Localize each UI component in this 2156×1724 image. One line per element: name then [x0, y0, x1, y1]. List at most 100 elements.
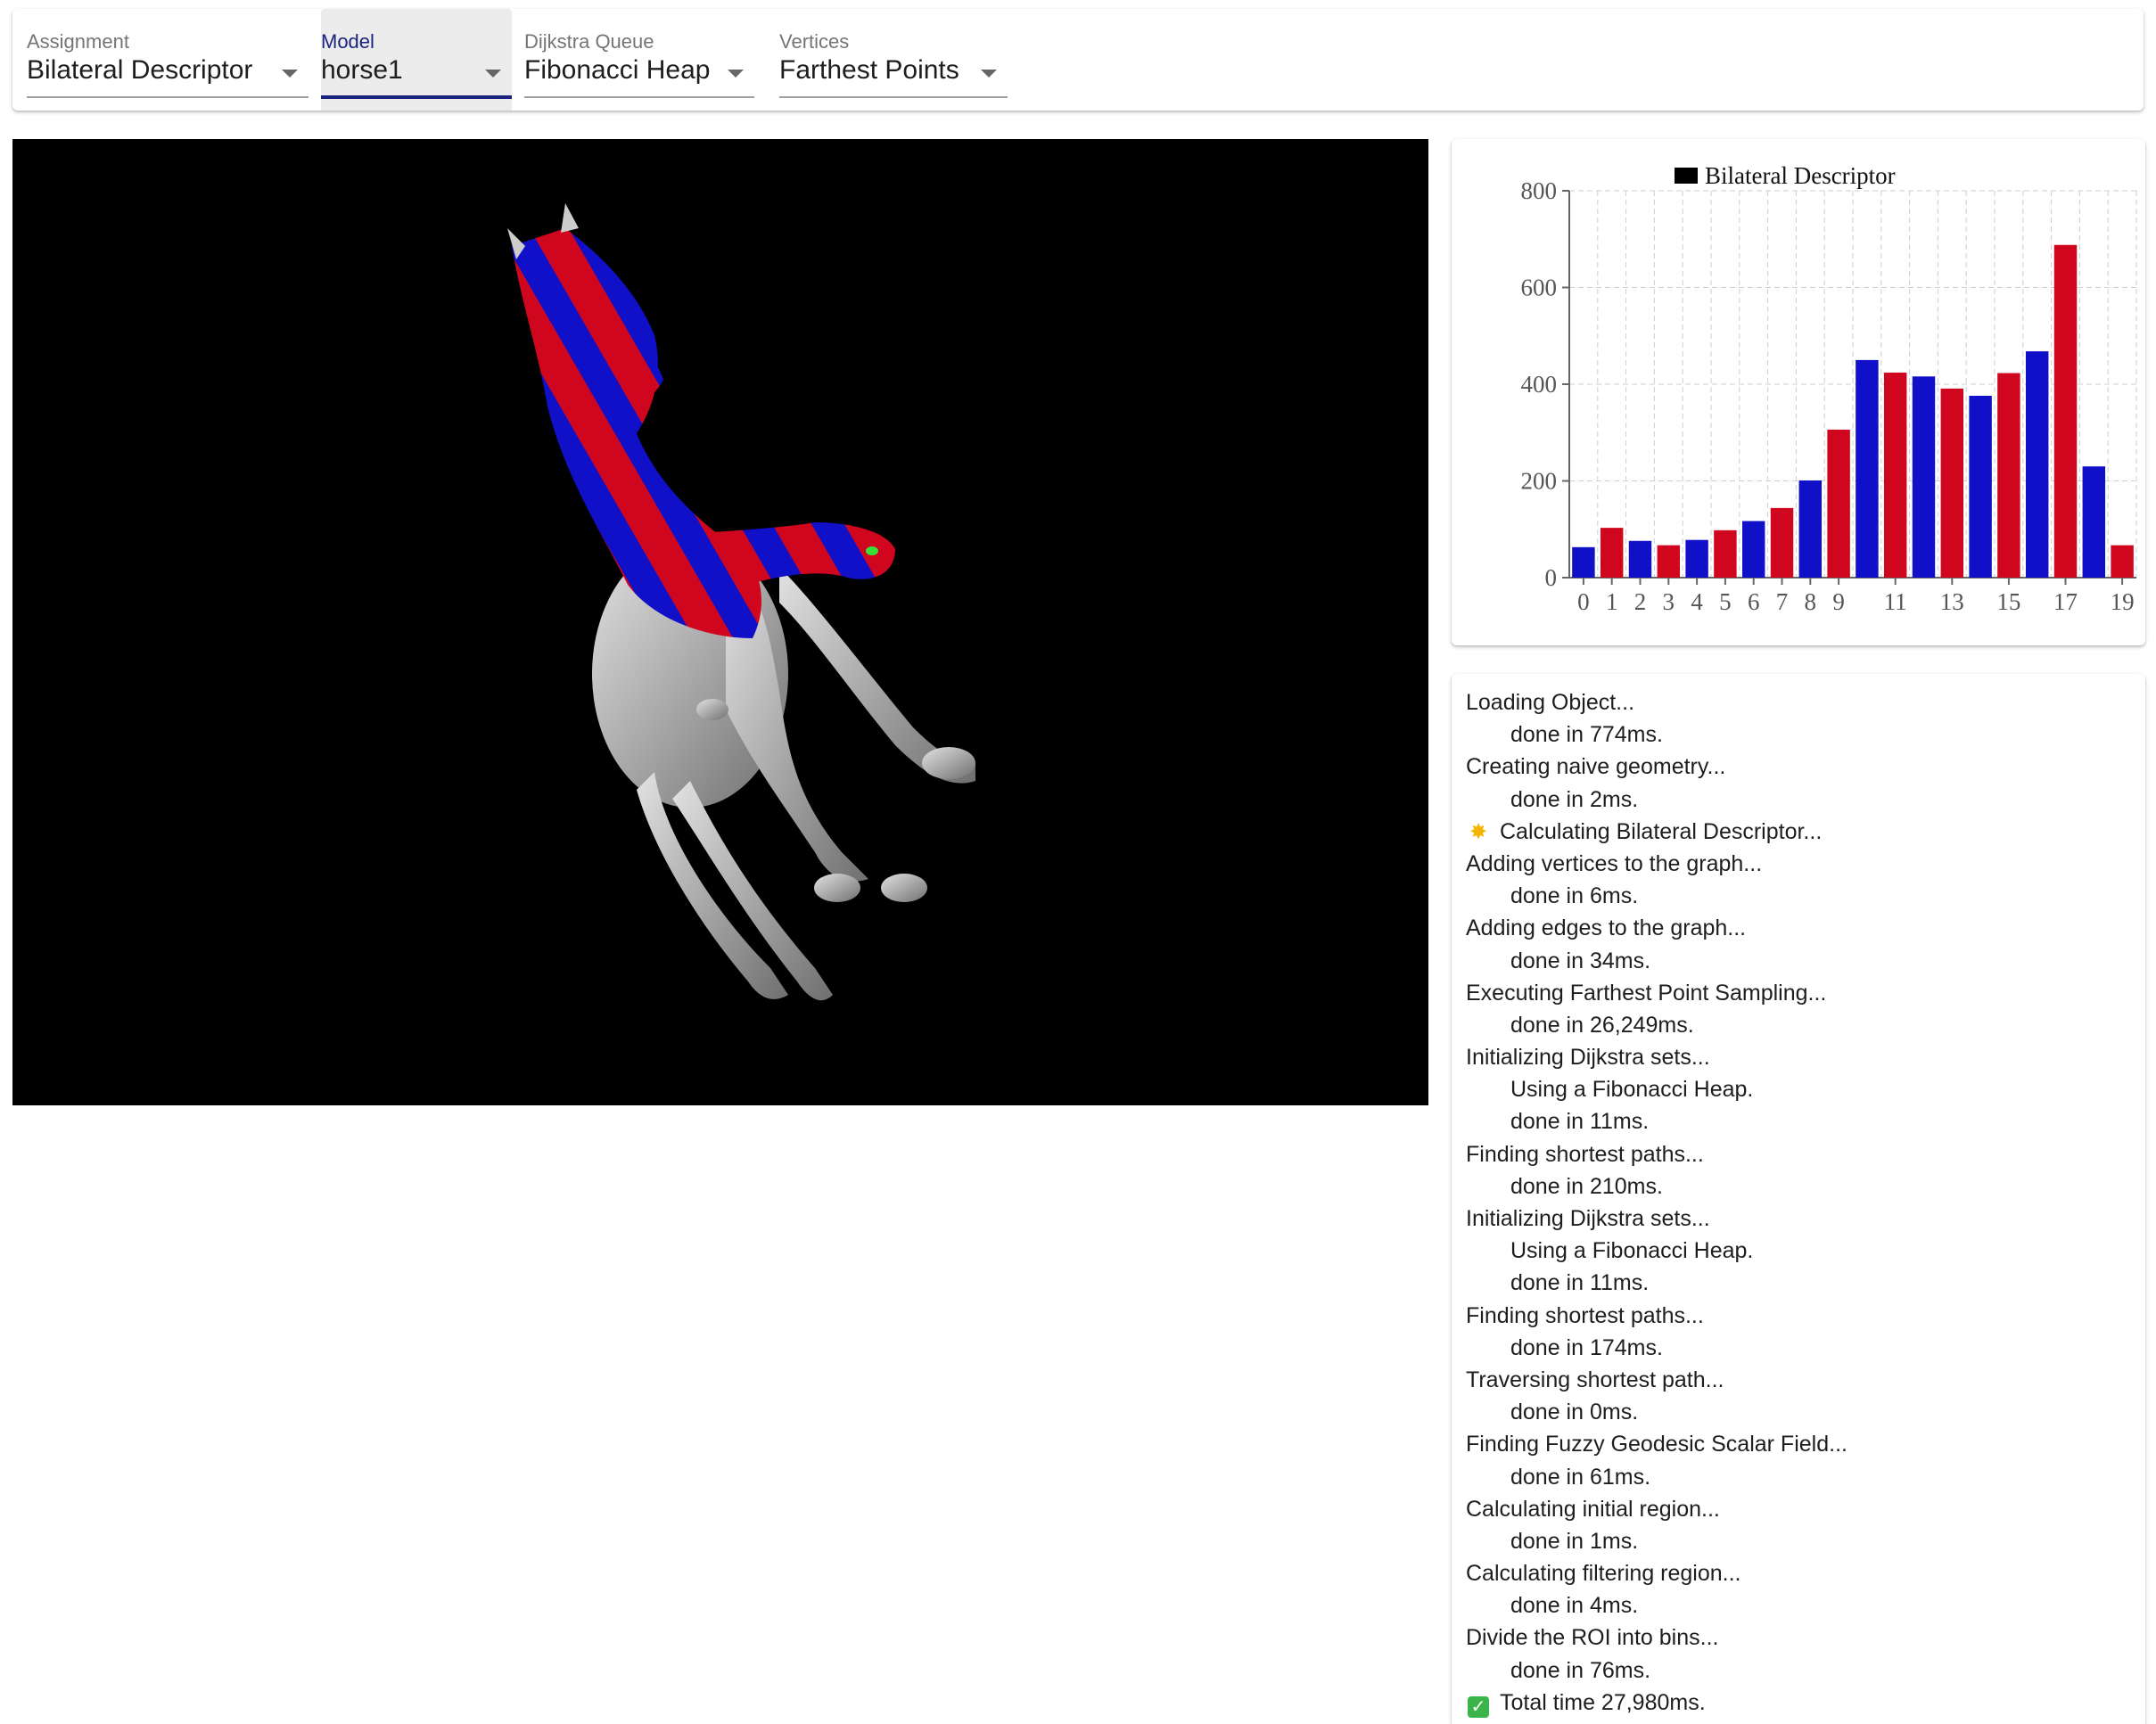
- bar: [1798, 480, 1823, 578]
- bar: [1741, 521, 1765, 578]
- vertices-underline: [779, 96, 1008, 98]
- log-line-text: done in 2ms.: [1510, 786, 1639, 812]
- x-tick-label: 19: [2111, 588, 2135, 615]
- log-line-text: done in 0ms.: [1510, 1400, 1639, 1425]
- log-line: Adding edges to the graph...: [1466, 912, 2136, 944]
- model-underline: [321, 95, 512, 99]
- log-line: Using a Fibonacci Heap.: [1466, 1235, 2136, 1267]
- log-line-text: Initializing Dijkstra sets...: [1466, 1045, 1710, 1071]
- log-line-text: done in 4ms.: [1510, 1593, 1639, 1619]
- log-line-text: Using a Fibonacci Heap.: [1510, 1238, 1754, 1264]
- log-line-text: Calculating Bilateral Descriptor...: [1500, 818, 1823, 844]
- bar: [1940, 388, 1964, 578]
- x-tick-label: 13: [1940, 588, 1964, 615]
- bar: [1572, 546, 1595, 578]
- log-line: Calculating filtering region...: [1466, 1557, 2136, 1589]
- log-line-text: Using a Fibonacci Heap.: [1510, 1077, 1754, 1103]
- log-line-text: Divide the ROI into bins...: [1466, 1625, 1719, 1651]
- bar: [1685, 539, 1708, 578]
- legend-swatch: [1675, 168, 1698, 184]
- vertices-select[interactable]: Vertices Farthest Points: [779, 9, 1008, 111]
- model-label: Model: [321, 30, 374, 53]
- log-line-text: Executing Farthest Point Sampling...: [1466, 980, 1827, 1006]
- log-line-text: Adding edges to the graph...: [1466, 915, 1747, 941]
- log-line-text: Creating naive geometry...: [1466, 754, 1726, 780]
- x-tick-label: 1: [1606, 588, 1618, 615]
- chevron-down-icon[interactable]: [728, 70, 744, 78]
- log-line: done in 6ms.: [1466, 880, 2136, 912]
- log-line-text: done in 61ms.: [1510, 1464, 1651, 1490]
- log-line-text: Loading Object...: [1466, 690, 1635, 715]
- chevron-down-icon[interactable]: [485, 70, 501, 78]
- x-tick-label: 0: [1577, 588, 1590, 615]
- vertices-label: Vertices: [779, 30, 850, 53]
- bar: [2053, 244, 2078, 578]
- log-line: done in 34ms.: [1466, 945, 2136, 977]
- chevron-down-icon[interactable]: [981, 70, 997, 78]
- bar: [1770, 507, 1794, 578]
- log-line: done in 174ms.: [1466, 1332, 2136, 1364]
- log-line: done in 4ms.: [1466, 1589, 2136, 1621]
- bar: [2082, 466, 2106, 578]
- chevron-down-icon[interactable]: [282, 70, 298, 78]
- x-tick-label: 7: [1776, 588, 1789, 615]
- bar: [1856, 359, 1879, 578]
- log-line-text: done in 76ms.: [1510, 1657, 1651, 1683]
- log-line: done in 11ms.: [1466, 1267, 2136, 1299]
- horse-body: [592, 540, 975, 1001]
- dijkstra-queue-select[interactable]: Dijkstra Queue Fibonacci Heap: [524, 9, 754, 111]
- log-line: Creating naive geometry...: [1466, 751, 2136, 783]
- assignment-select[interactable]: Assignment Bilateral Descriptor: [27, 9, 309, 111]
- model-value: horse1: [321, 55, 403, 85]
- log-line: done in 26,249ms.: [1466, 1009, 2136, 1041]
- log-line-text: done in 26,249ms.: [1510, 1012, 1694, 1038]
- bar: [1657, 545, 1681, 578]
- log-line: done in 2ms.: [1466, 784, 2136, 816]
- x-tick-label: 6: [1748, 588, 1760, 615]
- x-tick-label: 15: [1996, 588, 2020, 615]
- log-line-text: Traversing shortest path...: [1466, 1367, 1724, 1392]
- log-line-text: Finding shortest paths...: [1466, 1302, 1704, 1328]
- assignment-underline: [27, 96, 309, 98]
- x-tick-label: 8: [1805, 588, 1817, 615]
- log-panel: Loading Object... done in 774ms. Creating …: [1452, 674, 2145, 1724]
- log-line: ✸ Calculating Bilateral Descriptor...: [1466, 816, 2136, 848]
- histogram-card: 0 200 400 600 800 0 1 2 3 4 5 6 7 8 9 11 13 15 17 19 Bilater…: [1452, 139, 2145, 645]
- log-line-text: done in 774ms.: [1510, 722, 1663, 748]
- bar: [2111, 545, 2134, 578]
- log-line: Finding shortest paths...: [1466, 1138, 2136, 1170]
- log-line: done in 774ms.: [1466, 718, 2136, 751]
- y-tick-label: 0: [1545, 564, 1558, 591]
- vertices-value: Farthest Points: [779, 55, 959, 85]
- log-line-text: done in 174ms.: [1510, 1334, 1663, 1360]
- bar: [1628, 540, 1652, 578]
- horse-model-render: [507, 203, 975, 1001]
- x-tick-label: 9: [1832, 588, 1845, 615]
- check-icon: ✓: [1466, 1687, 1491, 1719]
- 3d-viewport[interactable]: [12, 139, 1428, 1105]
- assignment-label: Assignment: [27, 30, 129, 53]
- bar: [1997, 373, 2020, 578]
- toolbar: Assignment Bilateral Descriptor Model ho…: [12, 9, 2144, 111]
- bar: [1912, 376, 1936, 578]
- log-line-text: Initializing Dijkstra sets...: [1466, 1206, 1710, 1231]
- log-line: Loading Object...: [1466, 686, 2136, 718]
- dijkstra-queue-underline: [524, 96, 754, 98]
- log-line: Using a Fibonacci Heap.: [1466, 1073, 2136, 1105]
- log-line: Divide the ROI into bins...: [1466, 1621, 2136, 1654]
- x-tick-label: 4: [1691, 588, 1703, 615]
- log-line: done in 1ms.: [1466, 1525, 2136, 1557]
- horse-neck-segmentation: [512, 228, 895, 638]
- log-line: Traversing shortest path...: [1466, 1364, 2136, 1396]
- log-line: done in 76ms.: [1466, 1654, 2136, 1687]
- model-select[interactable]: Model horse1: [321, 9, 512, 111]
- dijkstra-queue-label: Dijkstra Queue: [524, 30, 654, 53]
- x-tick-label: 11: [1884, 588, 1907, 615]
- log-line: Finding shortest paths...: [1466, 1300, 2136, 1332]
- log-line: done in 61ms.: [1466, 1461, 2136, 1493]
- log-line-text: Finding Fuzzy Geodesic Scalar Field...: [1466, 1432, 1847, 1457]
- y-tick-label: 800: [1521, 177, 1558, 204]
- bar: [1714, 530, 1737, 578]
- x-tick-label: 2: [1634, 588, 1647, 615]
- assignment-value: Bilateral Descriptor: [27, 55, 253, 85]
